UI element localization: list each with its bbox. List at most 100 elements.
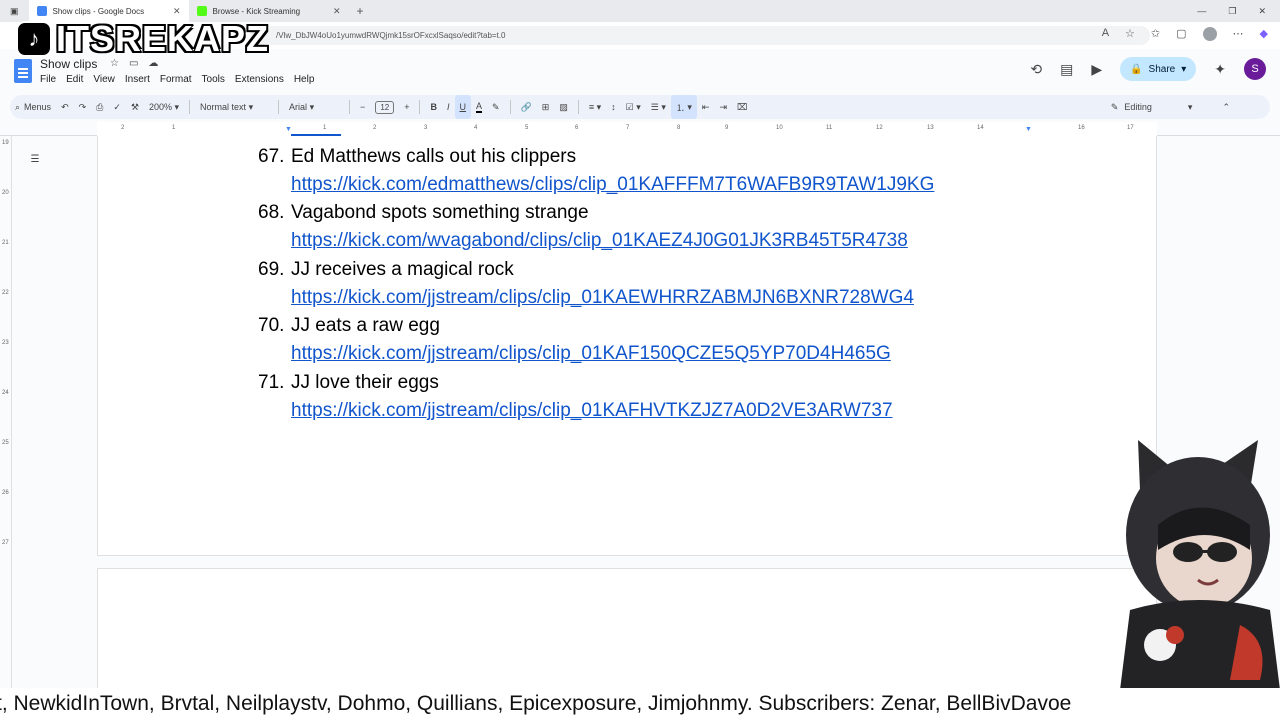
highlight-button[interactable]: ✎ [487,95,505,119]
bookmark-star-icon[interactable]: ☆ [1125,27,1135,41]
menu-format[interactable]: Format [160,74,192,85]
copilot-icon[interactable]: ◆ [1260,27,1268,41]
ruler-number: 2 [373,125,377,131]
menu-insert[interactable]: Insert [125,74,150,85]
clear-formatting-button[interactable]: ⌧ [732,95,752,119]
ruler-track: 2 1 ▼ 1 2 3 4 5 6 7 8 9 10 11 12 13 14 ▼… [97,122,1157,136]
menu-file[interactable]: File [40,74,56,85]
read-aloud-icon[interactable]: A [1102,27,1109,41]
menu-tools[interactable]: Tools [202,74,225,85]
ruler-number: 7 [626,125,630,131]
gemini-icon[interactable]: ✦ [1214,61,1226,78]
style-select[interactable]: Normal text ▾ [195,95,273,119]
ruler-number: 9 [725,125,729,131]
left-indent-marker-icon[interactable]: ▼ [285,126,292,133]
collapse-menus-icon[interactable]: ⌃ [1222,102,1230,113]
font-size-value: 12 [375,100,395,114]
more-icon[interactable]: ⋯ [1233,27,1244,41]
user-avatar[interactable]: S [1244,58,1266,80]
profile-avatar[interactable] [1202,27,1217,41]
minimize-icon[interactable]: — [1197,6,1206,17]
vruler-number: 22 [2,290,9,296]
kick-favicon-icon [196,6,207,16]
numbered-list-button[interactable]: ⒈ ▾ [670,95,697,119]
channel-name: ITSREKAPZ [55,17,270,60]
vertical-ruler[interactable]: 19 20 21 22 23 24 25 26 27 [0,136,12,696]
add-comment-button[interactable]: ⊞ [537,95,555,119]
tab-search-icon[interactable]: ▣ [0,6,29,17]
docs-logo-icon[interactable] [14,59,32,83]
list-number: 68. [258,202,285,224]
italic-icon: I [446,102,450,112]
toolbar-divider [509,100,511,114]
vruler-number: 24 [2,390,9,396]
favorites-icon[interactable]: ✩ [1151,27,1160,41]
font-size-field[interactable]: 12 [370,95,399,119]
undo-button[interactable]: ↶ [56,95,74,119]
document-page[interactable]: 67. Ed Matthews calls out his clippers h… [97,134,1157,556]
menu-bar: File Edit View Insert Format Tools Exten… [40,74,314,85]
version-history-icon[interactable]: ⟲ [1030,61,1042,78]
horizontal-ruler[interactable]: 2 1 ▼ 1 2 3 4 5 6 7 8 9 10 11 12 13 14 ▼… [0,122,1280,136]
clip-link[interactable]: https://kick.com/edmatthews/clips/clip_0… [291,174,934,196]
close-tab-icon[interactable]: ✕ [173,6,181,17]
bullet-list-button[interactable]: ☰ ▾ [646,95,671,119]
align-button[interactable]: ≡ ▾ [584,95,606,119]
new-tab-icon[interactable]: + [349,4,372,18]
url-field[interactable]: /Vlw_DbJW4oUo1yumwdRWQjmk15srOFxcxlSaqso… [250,26,1150,45]
line-spacing-button[interactable]: ↕ [606,95,621,119]
meet-icon[interactable]: ▶ [1091,61,1102,78]
maximize-icon[interactable]: ❐ [1228,6,1236,17]
ruler-number: 8 [677,125,681,131]
bullet-list-icon: ☰ [650,101,659,112]
clip-title: JJ receives a magical rock [291,258,514,280]
menu-edit[interactable]: Edit [66,74,83,85]
ruler-number: 1 [323,125,327,131]
insert-link-button[interactable]: 🔗 [516,95,537,119]
paint-format-button[interactable]: ⚒ [126,95,144,119]
search-menus-label: Menus [24,102,52,112]
italic-button[interactable]: I [442,95,455,119]
editing-mode-select[interactable]: ✎ Editing ▾ ⌃ [1111,102,1270,113]
increase-indent-button[interactable]: ⇥ [714,95,732,119]
vruler-number: 27 [2,540,9,546]
bold-button[interactable]: B [425,95,442,119]
clip-title: JJ eats a raw egg [291,315,440,337]
underline-button[interactable]: U [454,95,471,119]
comments-icon[interactable]: ▤ [1060,61,1073,78]
formatting-toolbar: ⌕ Menus ↶ ↷ ⎙ ✓ ⚒ 200% ▾ Normal text ▾ A… [10,95,1270,119]
comment-icon: ⊞ [541,101,550,112]
search-menus[interactable]: ⌕ Menus [10,95,56,119]
clip-link[interactable]: https://kick.com/jjstream/clips/clip_01K… [291,287,914,309]
share-button[interactable]: 🔒 Share ▾ [1120,57,1197,81]
checklist-button[interactable]: ☑ ▾ [621,95,646,119]
decrease-font-button[interactable]: − [355,95,370,119]
close-tab-icon[interactable]: ✕ [333,6,341,17]
document-page-next[interactable] [97,568,1157,698]
document-outline-button[interactable]: ☰ [26,150,44,168]
collections-icon[interactable]: ▢ [1176,27,1186,41]
text-color-icon: A [476,101,483,113]
increase-font-button[interactable]: + [399,95,414,119]
right-indent-marker-icon[interactable]: ▼ [1025,126,1032,133]
menu-help[interactable]: Help [294,74,315,85]
clip-link[interactable]: https://kick.com/wvagabond/clips/clip_01… [291,230,908,252]
text-color-button[interactable]: A [471,95,487,119]
clip-link[interactable]: https://kick.com/jjstream/clips/clip_01K… [291,400,893,422]
ruler-number: 4 [474,125,478,131]
spellcheck-button[interactable]: ✓ [108,95,126,119]
clear-formatting-icon: ⌧ [737,101,748,112]
decrease-indent-button[interactable]: ⇤ [697,95,715,119]
insert-image-button[interactable]: ▨ [554,95,573,119]
print-button[interactable]: ⎙ [91,95,108,119]
zoom-select[interactable]: 200% ▾ [144,95,184,119]
redo-icon: ↷ [78,101,87,112]
close-window-icon[interactable]: ✕ [1258,6,1266,17]
redo-button[interactable]: ↷ [74,95,92,119]
menu-view[interactable]: View [93,74,115,85]
window-controls: — ❐ ✕ [1197,6,1280,17]
clip-title: JJ love their eggs [291,371,439,393]
font-select[interactable]: Arial ▾ [284,95,344,119]
menu-extensions[interactable]: Extensions [235,74,284,85]
clip-link[interactable]: https://kick.com/jjstream/clips/clip_01K… [291,343,891,365]
